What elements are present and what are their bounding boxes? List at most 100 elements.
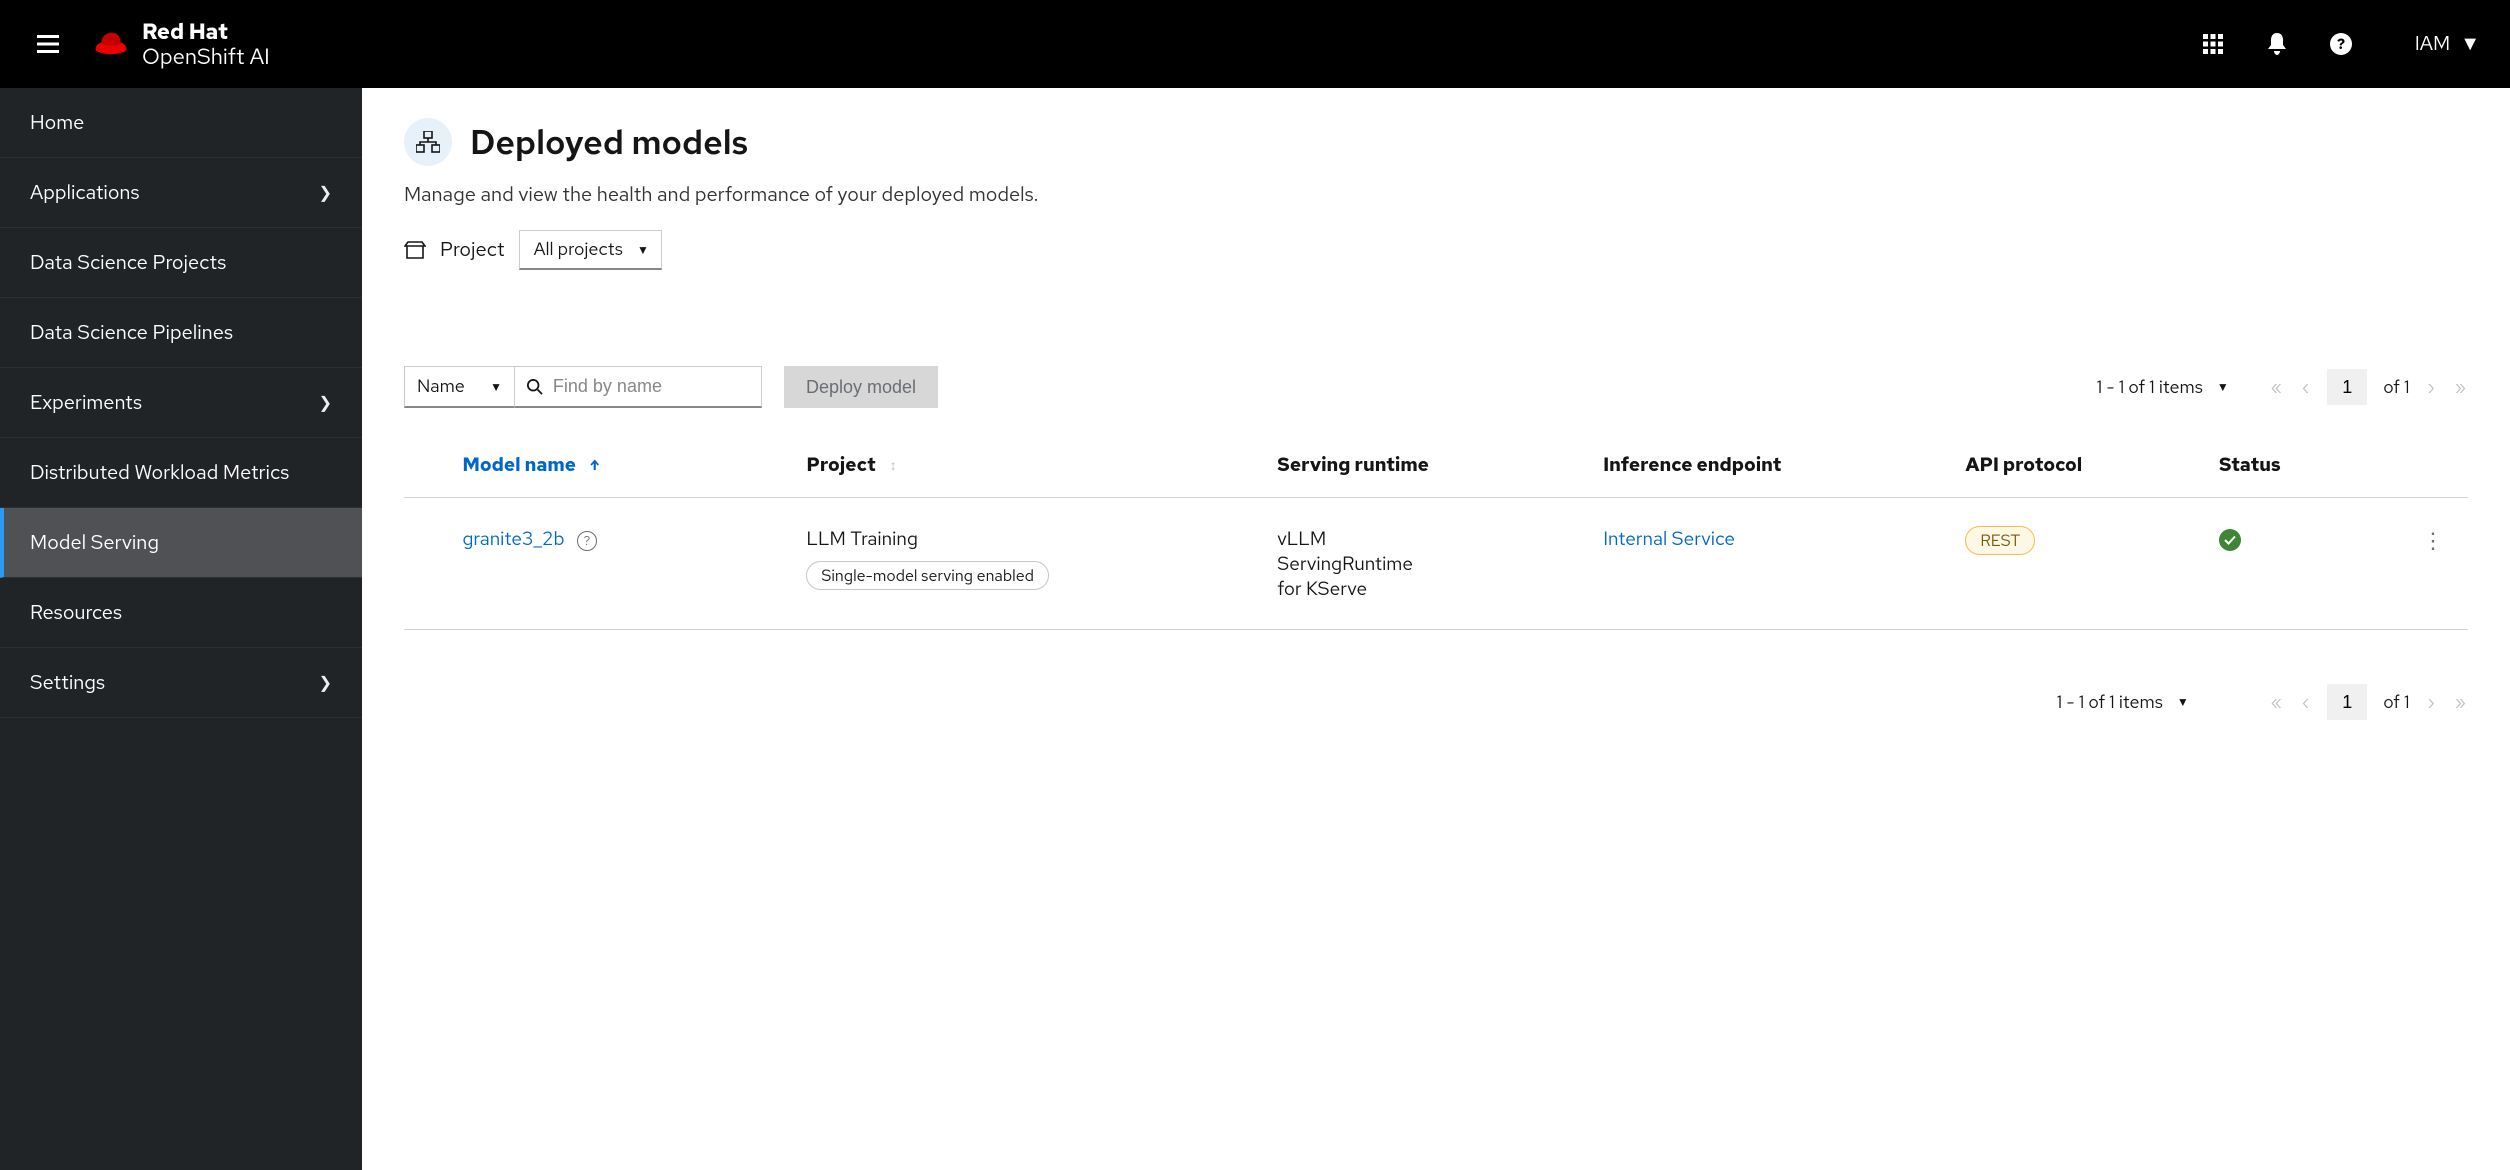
- serving-mode-badge: Single-model serving enabled: [806, 561, 1049, 590]
- page-number-input[interactable]: [2327, 684, 2367, 720]
- sidebar-item-label: Data Science Projects: [30, 250, 226, 276]
- sidebar-item-label: Distributed Workload Metrics: [30, 460, 289, 486]
- prev-page-button[interactable]: ‹: [2300, 687, 2311, 718]
- sort-icon: ↕: [890, 457, 897, 475]
- sidebar-item-label: Resources: [30, 600, 122, 626]
- sidebar-item-data-science-pipelines[interactable]: Data Science Pipelines: [0, 298, 362, 368]
- caret-down-icon: ▼: [637, 242, 649, 258]
- app-launcher-button[interactable]: [2199, 30, 2227, 58]
- sidebar-item-label: Settings: [30, 670, 105, 696]
- items-per-page-toggle[interactable]: ▼: [2177, 694, 2189, 710]
- pagination-bottom: 1 - 1 of 1 items ▼ « ‹ of 1 › »: [404, 684, 2468, 720]
- brand-logo[interactable]: Red Hat OpenShift AI: [92, 19, 270, 70]
- sidebar-item-resources[interactable]: Resources: [0, 578, 362, 648]
- brand-name-bottom: OpenShift AI: [142, 44, 270, 69]
- sidebar-item-label: Applications: [30, 180, 140, 206]
- help-button[interactable]: ?: [2327, 30, 2355, 58]
- page-of-label: of 1: [2383, 691, 2409, 714]
- items-count-text: 1 - 1 of 1 items: [2097, 376, 2203, 399]
- project-select-value: All projects: [534, 238, 623, 261]
- prev-page-button[interactable]: ‹: [2300, 372, 2311, 403]
- col-api-protocol: API protocol: [1961, 434, 2215, 498]
- main-content: Deployed models Manage and view the heal…: [362, 88, 2510, 1170]
- chevron-right-icon: ❯: [319, 392, 332, 413]
- sidebar-item-applications[interactable]: Applications ❯: [0, 158, 362, 228]
- project-selector-row: Project All projects ▼: [404, 230, 2468, 270]
- sidebar-item-model-serving[interactable]: Model Serving: [0, 508, 362, 578]
- table-row: granite3_2b ? LLM Training Single-model …: [404, 498, 2468, 630]
- grid-icon: [2203, 34, 2223, 54]
- project-icon: [404, 240, 426, 260]
- project-name: LLM Training: [806, 526, 1257, 551]
- nav-toggle-button[interactable]: [24, 20, 72, 68]
- page-number-input[interactable]: [2327, 369, 2367, 405]
- hamburger-icon: [37, 35, 59, 53]
- project-label: Project: [440, 237, 505, 263]
- col-project[interactable]: Project ↕: [802, 434, 1273, 498]
- page-header: Deployed models: [404, 118, 2468, 166]
- topbar: Red Hat OpenShift AI ? IAM ▼: [0, 0, 2510, 88]
- sidebar-item-label: Data Science Pipelines: [30, 320, 233, 346]
- sort-asc-icon: ↑: [590, 457, 599, 475]
- user-menu[interactable]: IAM ▼: [2415, 31, 2480, 57]
- sidebar-item-label: Experiments: [30, 390, 142, 416]
- col-status: Status: [2215, 434, 2363, 498]
- sidebar-item-home[interactable]: Home: [0, 88, 362, 158]
- help-icon: ?: [2330, 33, 2352, 55]
- deploy-model-button[interactable]: Deploy model: [784, 366, 938, 408]
- model-name-link[interactable]: granite3_2b: [462, 526, 564, 551]
- sidebar-item-settings[interactable]: Settings ❯: [0, 648, 362, 718]
- models-table: Model name ↑ Project ↕ Serving runtime I…: [404, 434, 2468, 630]
- search-icon: [527, 378, 543, 396]
- items-per-page-toggle[interactable]: ▼: [2217, 379, 2229, 395]
- model-help-icon[interactable]: ?: [577, 531, 597, 551]
- filter-field-value: Name: [417, 375, 465, 398]
- sidebar-item-label: Model Serving: [30, 530, 159, 556]
- next-page-button[interactable]: ›: [2426, 372, 2437, 403]
- page-description: Manage and view the health and performan…: [404, 182, 2468, 208]
- chevron-right-icon: ❯: [319, 672, 332, 693]
- first-page-button[interactable]: «: [2269, 372, 2284, 403]
- next-page-button[interactable]: ›: [2426, 687, 2437, 718]
- user-label: IAM: [2415, 31, 2450, 57]
- notifications-button[interactable]: [2263, 30, 2291, 58]
- caret-down-icon: ▼: [490, 379, 502, 395]
- brand-name-top: Red Hat: [142, 19, 270, 44]
- serving-runtime-value: vLLM ServingRuntime for KServe: [1277, 526, 1437, 601]
- status-ok-icon: [2219, 529, 2241, 551]
- chevron-right-icon: ❯: [319, 182, 332, 203]
- caret-down-icon: ▼: [2460, 31, 2480, 57]
- table-toolbar: Name ▼ Deploy model 1 - 1 of 1 items ▼ «…: [404, 366, 2468, 408]
- api-protocol-pill: REST: [1965, 526, 2035, 555]
- items-count-text: 1 - 1 of 1 items: [2057, 691, 2163, 714]
- pagination-top: « ‹ of 1 › »: [2269, 369, 2468, 405]
- col-inference-endpoint: Inference endpoint: [1599, 434, 1961, 498]
- inference-endpoint-link[interactable]: Internal Service: [1603, 526, 1735, 551]
- col-serving-runtime: Serving runtime: [1273, 434, 1599, 498]
- bell-icon: [2267, 33, 2287, 55]
- topbar-actions: ? IAM ▼: [2199, 30, 2480, 58]
- search-input[interactable]: [553, 376, 749, 397]
- redhat-fedora-icon: [92, 31, 130, 57]
- page-icon: [404, 118, 452, 166]
- page-of-label: of 1: [2383, 376, 2409, 399]
- page-title: Deployed models: [470, 120, 748, 165]
- items-count: 1 - 1 of 1 items ▼: [2057, 691, 2189, 714]
- topology-icon: [416, 131, 440, 153]
- search-box[interactable]: [514, 366, 762, 408]
- last-page-button[interactable]: »: [2453, 687, 2468, 718]
- last-page-button[interactable]: »: [2453, 372, 2468, 403]
- filter-field-select[interactable]: Name ▼: [404, 366, 514, 408]
- first-page-button[interactable]: «: [2269, 687, 2284, 718]
- sidebar-item-distributed-workload-metrics[interactable]: Distributed Workload Metrics: [0, 438, 362, 508]
- svg-text:?: ?: [2337, 34, 2345, 54]
- sidebar-item-label: Home: [30, 110, 84, 136]
- sidebar: Home Applications ❯ Data Science Project…: [0, 88, 362, 1170]
- brand-text: Red Hat OpenShift AI: [142, 19, 270, 70]
- items-count: 1 - 1 of 1 items ▼: [2097, 376, 2229, 399]
- sidebar-item-experiments[interactable]: Experiments ❯: [0, 368, 362, 438]
- row-actions-kebab[interactable]: ⋮: [2414, 526, 2452, 555]
- project-select[interactable]: All projects ▼: [519, 230, 662, 270]
- sidebar-item-data-science-projects[interactable]: Data Science Projects: [0, 228, 362, 298]
- col-model-name[interactable]: Model name ↑: [458, 434, 802, 498]
